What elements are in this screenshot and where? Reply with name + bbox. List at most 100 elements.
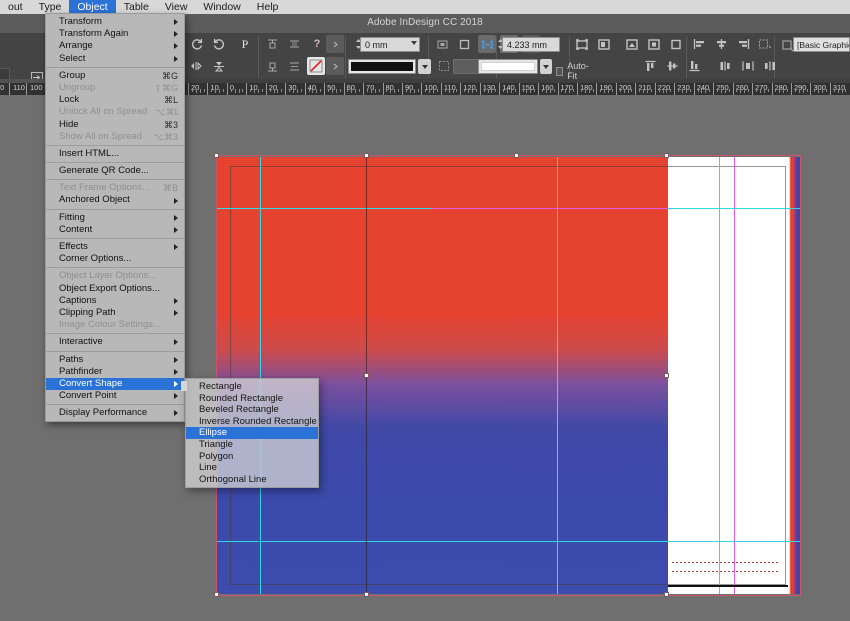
stroke-type-dropdown-bottom[interactable] [326, 57, 344, 75]
object-menu-item-arrange[interactable]: Arrange [46, 40, 184, 52]
object-menu-item-fitting[interactable]: Fitting [46, 212, 184, 224]
fill-swatch-chevron-icon[interactable] [540, 59, 552, 74]
guide-vertical-cyan-2[interactable] [557, 157, 558, 594]
rotate-counterclockwise-icon[interactable] [210, 35, 228, 53]
selection-handle-top-mid[interactable] [514, 153, 519, 158]
object-menu-item-convert-shape[interactable]: Convert Shape [46, 378, 184, 390]
align-top-icon[interactable] [641, 57, 659, 75]
size-field[interactable]: 4.233 mm [502, 37, 560, 52]
paragraph-style-icon[interactable]: P [236, 35, 254, 53]
align-center-icon[interactable] [712, 35, 730, 53]
object-menu-item-content[interactable]: Content [46, 224, 184, 236]
fit-content-proportional-icon[interactable] [573, 35, 591, 53]
content-fitting-icon[interactable] [455, 35, 473, 53]
convert-shape-item-ellipse[interactable]: Ellipse [186, 427, 318, 439]
menu-item-shortcut: ⌘3 [156, 119, 178, 131]
guide-vertical-cyan-1[interactable] [260, 157, 261, 594]
object-menu-item-select[interactable]: Select [46, 53, 184, 65]
flip-vertical-icon[interactable] [210, 57, 228, 75]
align-bottom-distribute-icon[interactable] [263, 57, 281, 75]
auto-fit-checkbox[interactable]: Auto-Fit [556, 61, 591, 81]
guide-vertical-magenta-3[interactable] [734, 157, 735, 594]
selection-handle-mid-right[interactable] [664, 373, 669, 378]
align-middle-icon[interactable] [663, 57, 681, 75]
menu-item-help[interactable]: Help [249, 0, 287, 14]
convert-shape-item-line[interactable]: Line [186, 462, 318, 474]
convert-shape-item-inverse-rounded-rectangle[interactable]: Inverse Rounded Rectangle [186, 416, 318, 428]
guide-horizontal-cyan-top-right[interactable] [668, 208, 801, 209]
selection-handle-bottom-left[interactable] [364, 592, 369, 597]
align-to-selection-icon[interactable] [756, 35, 774, 53]
selection-handle-bottom-right[interactable] [664, 592, 669, 597]
object-menu-item-anchored-object[interactable]: Anchored Object [46, 194, 184, 206]
object-menu-item-corner-options[interactable]: Corner Options... [46, 253, 184, 265]
flip-horizontal-icon[interactable] [188, 57, 206, 75]
object-menu-item-effects[interactable]: Effects [46, 241, 184, 253]
selection-handle-top-center[interactable] [364, 153, 369, 158]
object-menu-item-generate-qr-code[interactable]: Generate QR Code... [46, 165, 184, 177]
convert-shape-item-orthogonal-line[interactable]: Orthogonal Line [186, 474, 318, 486]
menu-item-out[interactable]: out [0, 0, 31, 14]
selection-handle-mid-left[interactable] [364, 373, 369, 378]
guide-horizontal-cyan-bottom[interactable] [216, 541, 801, 542]
chevron-down-icon[interactable] [411, 41, 417, 45]
object-menu-item-lock[interactable]: Lock⌘L [46, 94, 184, 106]
object-menu-item-insert-html[interactable]: Insert HTML... [46, 148, 184, 160]
menu-item-window[interactable]: Window [195, 0, 248, 14]
convert-shape-item-triangle[interactable]: Triangle [186, 439, 318, 451]
convert-shape-item-rectangle[interactable]: Rectangle [186, 381, 318, 393]
center-content-icon[interactable] [645, 35, 663, 53]
frame-fitting-icon[interactable] [433, 35, 451, 53]
ruler-minor-tick [838, 89, 839, 93]
align-spacing-icon[interactable] [285, 35, 303, 53]
convert-shape-submenu[interactable]: RectangleRounded RectangleBeveled Rectan… [185, 378, 319, 488]
object-menu-item-display-performance[interactable]: Display Performance [46, 407, 184, 419]
distribute-right-icon[interactable] [761, 57, 779, 75]
fit-frame-to-content-icon[interactable] [595, 35, 613, 53]
fill-frame-proportional-icon[interactable] [623, 35, 641, 53]
gap-field[interactable]: 0 mm [360, 37, 420, 52]
auto-fit-box[interactable] [556, 67, 563, 76]
selection-handle-bottom-start[interactable] [214, 592, 219, 597]
object-menu-item-pathfinder[interactable]: Pathfinder [46, 366, 184, 378]
object-menu-item-object-export-options[interactable]: Object Export Options... [46, 283, 184, 295]
menu-item-view[interactable]: View [157, 0, 196, 14]
object-menu-item-transform[interactable]: Transform [46, 16, 184, 28]
object-menu-dropdown[interactable]: TransformTransform AgainArrangeSelect Gro… [45, 13, 185, 422]
distribute-left-icon[interactable] [717, 57, 735, 75]
object-menu-item-group[interactable]: Group⌘G [46, 70, 184, 82]
object-menu-item-paths[interactable]: Paths [46, 354, 184, 366]
menu-item-type[interactable]: Type [31, 0, 70, 14]
stroke-weight-chevron-icon[interactable] [418, 59, 431, 74]
distribute-center-icon[interactable] [739, 57, 757, 75]
fill-swatch-field[interactable] [478, 59, 538, 74]
object-style-grid-icon[interactable] [435, 57, 453, 75]
align-bottom-icon[interactable] [685, 57, 703, 75]
stroke-none-icon[interactable] [307, 57, 325, 75]
object-menu-item-clipping-path[interactable]: Clipping Path [46, 307, 184, 319]
guide-vertical-cyan-3[interactable] [719, 157, 720, 594]
menu-item-table[interactable]: Table [116, 0, 157, 14]
menu-item-object[interactable]: Object [69, 0, 115, 14]
rotate-clockwise-icon[interactable] [188, 35, 206, 53]
stroke-type-dropdown-top[interactable] [326, 35, 344, 53]
align-right-icon[interactable] [734, 35, 752, 53]
stroke-weight-field[interactable] [348, 59, 416, 74]
selection-handle-top-left[interactable] [214, 153, 219, 158]
convert-shape-item-polygon[interactable]: Polygon [186, 451, 318, 463]
help-icon[interactable]: ? [308, 35, 326, 53]
align-left-icon[interactable] [690, 35, 708, 53]
distribute-spacing-icon[interactable] [285, 57, 303, 75]
guide-horizontal-cyan-top-left[interactable] [216, 208, 432, 209]
convert-shape-item-rounded-rectangle[interactable]: Rounded Rectangle [186, 393, 318, 405]
selection-handle-top-right[interactable] [664, 153, 669, 158]
object-menu-item-captions[interactable]: Captions [46, 295, 184, 307]
object-menu-item-interactive[interactable]: Interactive [46, 336, 184, 348]
object-menu-item-transform-again[interactable]: Transform Again [46, 28, 184, 40]
fit-content-icon[interactable] [667, 35, 685, 53]
object-style-name-field[interactable]: [Basic Graphics Fra [793, 37, 850, 52]
object-menu-item-hide[interactable]: Hide⌘3 [46, 119, 184, 131]
object-menu-item-convert-point[interactable]: Convert Point [46, 390, 184, 402]
align-top-distribute-icon[interactable] [263, 35, 281, 53]
convert-shape-item-beveled-rectangle[interactable]: Beveled Rectangle [186, 404, 318, 416]
